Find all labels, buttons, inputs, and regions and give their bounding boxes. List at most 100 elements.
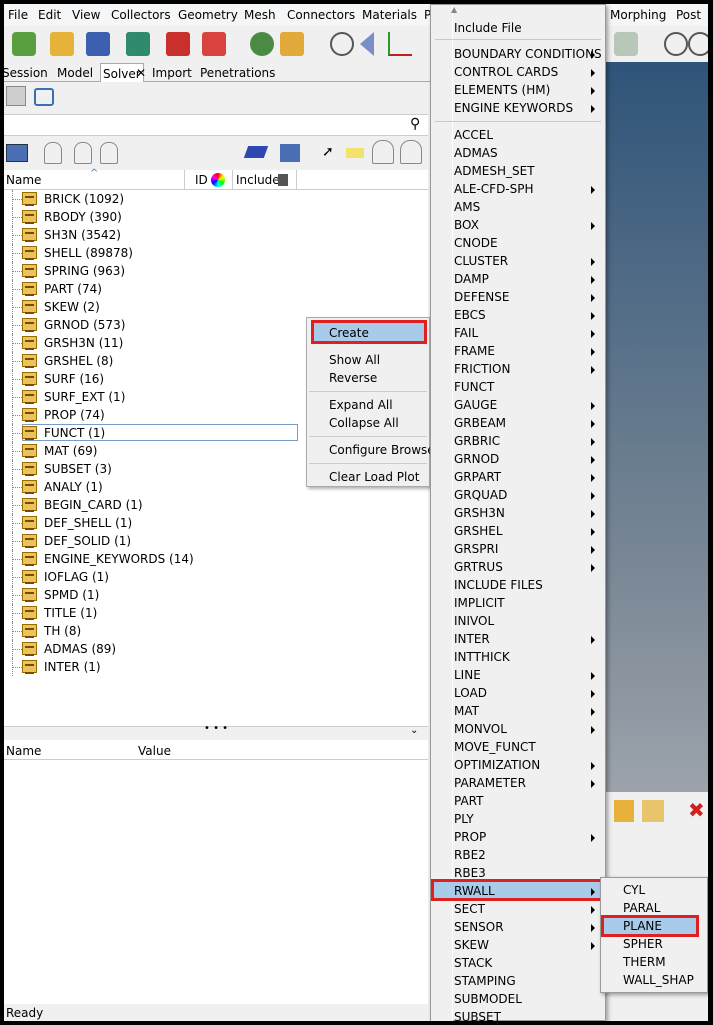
menu-morphing[interactable]: Morphing [610, 8, 666, 22]
back-arrow-icon[interactable] [360, 32, 374, 56]
menu-item[interactable]: MONVOL [454, 722, 507, 736]
menu-materials[interactable]: Materials [362, 8, 417, 22]
scroll-up-icon[interactable]: ▲ [451, 5, 457, 14]
show-icon[interactable] [44, 142, 62, 164]
tab-import[interactable]: Import [152, 66, 192, 80]
tree-row[interactable]: SHELL (89878) [4, 244, 428, 262]
tree-row[interactable]: SH3N (3542) [4, 226, 428, 244]
tree-row[interactable]: SKEW (2) [4, 298, 428, 316]
import-down-icon[interactable] [614, 800, 634, 822]
submenu-item[interactable]: PLANE [623, 919, 662, 933]
submenu-item[interactable]: THERM [623, 955, 666, 969]
menu-item[interactable]: STACK [454, 956, 492, 970]
hide-icon[interactable] [74, 142, 92, 164]
tree-row[interactable]: SPRING (963) [4, 262, 428, 280]
menu-item[interactable]: GAUGE [454, 398, 497, 412]
zoom-icon[interactable] [330, 32, 354, 56]
model-folder-icon[interactable] [280, 32, 304, 56]
sort-asc-icon[interactable]: ^ [90, 168, 98, 179]
menu-item[interactable]: OPTIMIZATION [454, 758, 540, 772]
menu-item[interactable]: GRPART [454, 470, 501, 484]
show-all-icon[interactable] [372, 140, 394, 164]
menu-item[interactable]: RBE2 [454, 848, 486, 862]
menu-item[interactable]: STAMPING [454, 974, 516, 988]
menu-item[interactable]: PROP [454, 830, 486, 844]
menu-item[interactable]: CNODE [454, 236, 498, 250]
ctx-expand-all[interactable]: Expand All [329, 398, 393, 412]
menu-item[interactable]: INTER [454, 632, 490, 646]
surface-mode-icon[interactable] [280, 144, 300, 162]
entity-filter-icon[interactable] [6, 144, 28, 162]
menu-item[interactable]: GRNOD [454, 452, 499, 466]
publish-ppt-icon[interactable] [202, 32, 226, 56]
menu-item[interactable]: RBE3 [454, 866, 486, 880]
delete-icon[interactable]: ✖ [688, 798, 705, 822]
user-profile-icon[interactable] [250, 32, 274, 56]
menu-view[interactable]: View [72, 8, 100, 22]
menu-item[interactable]: GRTRUS [454, 560, 503, 574]
display-mode-icon[interactable] [243, 146, 269, 158]
tree-row[interactable]: INTER (1) [4, 658, 428, 676]
menu-item[interactable]: LINE [454, 668, 481, 682]
tree-row[interactable]: BEGIN_CARD (1) [4, 496, 428, 514]
menu-item[interactable]: ALE-CFD-SPH [454, 182, 534, 196]
open-folder-icon[interactable] [50, 32, 74, 56]
hierarchy-icon[interactable] [34, 88, 54, 106]
ctx-configure-browser[interactable]: Configure Browser [329, 443, 440, 457]
menu-item[interactable]: LOAD [454, 686, 487, 700]
tab-penetrations[interactable]: Penetrations [200, 66, 275, 80]
search-icon[interactable]: ⚲ [410, 116, 420, 132]
folder-tool-icon[interactable] [642, 800, 664, 822]
menu-item[interactable]: CONTROL CARDS [454, 65, 558, 79]
ctx-show-all[interactable]: Show All [329, 353, 380, 367]
cursor-icon[interactable]: ➚ [322, 144, 334, 160]
menu-item[interactable]: PARAMETER [454, 776, 526, 790]
isolate-icon[interactable] [100, 142, 118, 164]
menu-item[interactable]: GRSH3N [454, 506, 505, 520]
color-column-icon[interactable] [211, 173, 225, 187]
menu-item[interactable]: BOX [454, 218, 479, 232]
tree-row[interactable]: TITLE (1) [4, 604, 428, 622]
search-field[interactable]: ⚲ [4, 114, 428, 136]
menu-item[interactable]: SUBMODEL [454, 992, 522, 1006]
menu-item[interactable]: MOVE_FUNCT [454, 740, 536, 754]
save-icon[interactable] [86, 32, 110, 56]
tree-row[interactable]: TH (8) [4, 622, 428, 640]
tab-close-icon[interactable]: ✕ [136, 66, 146, 80]
menu-item[interactable]: PLY [454, 812, 474, 826]
ctx-collapse-all[interactable]: Collapse All [329, 416, 399, 430]
menu-item[interactable]: BOUNDARY CONDITIONS [454, 47, 602, 61]
menu-item[interactable]: ADMAS [454, 146, 498, 160]
menu-item[interactable]: SENSOR [454, 920, 504, 934]
menu-post[interactable]: Post [676, 8, 701, 22]
menu-item[interactable]: IMPLICIT [454, 596, 505, 610]
ctx-clear-load-plot[interactable]: Clear Load Plot [329, 470, 419, 484]
splitter-grip[interactable]: • • • [204, 723, 228, 734]
menu-file[interactable]: File [8, 8, 28, 22]
menu-item[interactable]: AMS [454, 200, 480, 214]
menu-item[interactable]: SECT [454, 902, 485, 916]
menu-item[interactable]: RWALL [454, 884, 495, 898]
ctx-create[interactable]: Create [329, 326, 369, 340]
tree-row[interactable]: IOFLAG (1) [4, 568, 428, 586]
menu-edit[interactable]: Edit [38, 8, 61, 22]
tree-row[interactable]: DEF_SOLID (1) [4, 532, 428, 550]
menu-item[interactable]: ADMESH_SET [454, 164, 535, 178]
submenu-item[interactable]: PARAL [623, 901, 660, 915]
menu-include-file[interactable]: Include File [454, 21, 522, 35]
menu-item[interactable]: FRAME [454, 344, 495, 358]
ctx-reverse[interactable]: Reverse [329, 371, 377, 385]
menu-item[interactable]: FUNCT [454, 380, 494, 394]
tree-row[interactable]: BRICK (1092) [4, 190, 428, 208]
column-name[interactable]: Name [6, 173, 41, 187]
graphics-viewport[interactable] [604, 62, 708, 792]
menu-item[interactable]: INTTHICK [454, 650, 510, 664]
tree-row[interactable]: SPMD (1) [4, 586, 428, 604]
axis-icon[interactable] [388, 32, 412, 56]
menu-item[interactable]: DEFENSE [454, 290, 509, 304]
menu-item[interactable]: GRSHEL [454, 524, 503, 538]
menu-item[interactable]: SUBSET [454, 1010, 501, 1021]
menu-item[interactable]: ENGINE KEYWORDS [454, 101, 573, 115]
tree-row[interactable]: ADMAS (89) [4, 640, 428, 658]
submenu-item[interactable]: CYL [623, 883, 645, 897]
